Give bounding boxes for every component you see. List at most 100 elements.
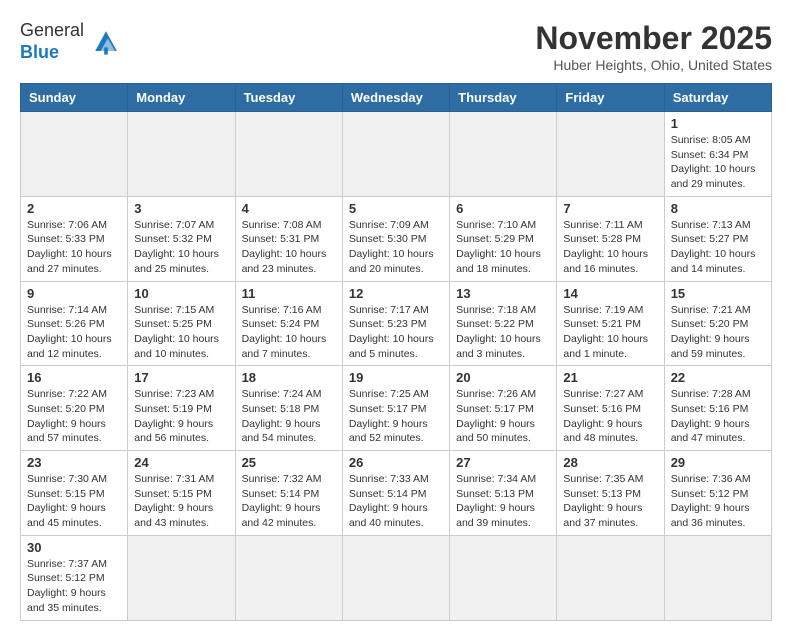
day-info: Sunrise: 7:15 AM Sunset: 5:25 PM Dayligh… (134, 303, 228, 362)
day-number: 23 (27, 455, 121, 470)
day-number: 7 (563, 201, 657, 216)
day-info: Sunrise: 7:32 AM Sunset: 5:14 PM Dayligh… (242, 472, 336, 531)
day-number: 27 (456, 455, 550, 470)
calendar-cell: 15 Sunrise: 7:21 AM Sunset: 5:20 PM Dayli… (664, 281, 771, 366)
day-number: 2 (27, 201, 121, 216)
calendar-cell: 20 Sunrise: 7:26 AM Sunset: 5:17 PM Dayli… (450, 366, 557, 451)
day-info: Sunrise: 7:27 AM Sunset: 5:16 PM Dayligh… (563, 387, 657, 446)
calendar-cell: 1 Sunrise: 8:05 AM Sunset: 6:34 PM Daylig… (664, 112, 771, 197)
day-info: Sunrise: 7:17 AM Sunset: 5:23 PM Dayligh… (349, 303, 443, 362)
calendar-week-row: 23 Sunrise: 7:30 AM Sunset: 5:15 PM Dayli… (21, 451, 772, 536)
day-info: Sunrise: 7:36 AM Sunset: 5:12 PM Dayligh… (671, 472, 765, 531)
calendar-cell: 27 Sunrise: 7:34 AM Sunset: 5:13 PM Dayli… (450, 451, 557, 536)
calendar-cell: 5Sunrise: 7:09 AM Sunset: 5:30 PM Daylig… (342, 196, 449, 281)
calendar-cell (342, 112, 449, 197)
calendar-cell: 29 Sunrise: 7:36 AM Sunset: 5:12 PM Dayli… (664, 451, 771, 536)
column-header-wednesday: Wednesday (342, 84, 449, 112)
day-info: Sunrise: 7:35 AM Sunset: 5:13 PM Dayligh… (563, 472, 657, 531)
calendar-cell (664, 535, 771, 620)
calendar-table: SundayMondayTuesdayWednesdayThursdayFrid… (20, 83, 772, 621)
calendar-cell: 3 Sunrise: 7:07 AM Sunset: 5:32 PM Daylig… (128, 196, 235, 281)
calendar-cell: 18 Sunrise: 7:24 AM Sunset: 5:18 PM Dayli… (235, 366, 342, 451)
calendar-cell (557, 535, 664, 620)
day-info: Sunrise: 7:08 AM Sunset: 5:31 PM Dayligh… (242, 218, 336, 277)
day-number: 26 (349, 455, 443, 470)
day-number: 21 (563, 370, 657, 385)
day-number: 3 (134, 201, 228, 216)
day-info: Sunrise: 7:07 AM Sunset: 5:32 PM Dayligh… (134, 218, 228, 277)
day-info: Sunrise: 7:34 AM Sunset: 5:13 PM Dayligh… (456, 472, 550, 531)
day-info: Sunrise: 7:28 AM Sunset: 5:16 PM Dayligh… (671, 387, 765, 446)
day-info: Sunrise: 7:30 AM Sunset: 5:15 PM Dayligh… (27, 472, 121, 531)
day-info: Sunrise: 7:23 AM Sunset: 5:19 PM Dayligh… (134, 387, 228, 446)
calendar-cell: 9 Sunrise: 7:14 AM Sunset: 5:26 PM Daylig… (21, 281, 128, 366)
column-header-tuesday: Tuesday (235, 84, 342, 112)
column-header-saturday: Saturday (664, 84, 771, 112)
column-header-sunday: Sunday (21, 84, 128, 112)
calendar-header-row: SundayMondayTuesdayWednesdayThursdayFrid… (21, 84, 772, 112)
calendar-cell: 19 Sunrise: 7:25 AM Sunset: 5:17 PM Dayli… (342, 366, 449, 451)
calendar-cell: 10 Sunrise: 7:15 AM Sunset: 5:25 PM Dayli… (128, 281, 235, 366)
calendar-cell (557, 112, 664, 197)
calendar-cell: 6 Sunrise: 7:10 AM Sunset: 5:29 PM Daylig… (450, 196, 557, 281)
day-number: 22 (671, 370, 765, 385)
day-number: 15 (671, 286, 765, 301)
calendar-cell: 11Sunrise: 7:16 AM Sunset: 5:24 PM Dayli… (235, 281, 342, 366)
day-info: Sunrise: 7:22 AM Sunset: 5:20 PM Dayligh… (27, 387, 121, 446)
calendar-cell: 22 Sunrise: 7:28 AM Sunset: 5:16 PM Dayli… (664, 366, 771, 451)
day-number: 8 (671, 201, 765, 216)
day-number: 4 (242, 201, 336, 216)
day-info: Sunrise: 7:21 AM Sunset: 5:20 PM Dayligh… (671, 303, 765, 362)
day-number: 13 (456, 286, 550, 301)
calendar-cell: 2 Sunrise: 7:06 AM Sunset: 5:33 PM Daylig… (21, 196, 128, 281)
day-number: 25 (242, 455, 336, 470)
day-info: Sunrise: 8:05 AM Sunset: 6:34 PM Dayligh… (671, 133, 765, 192)
calendar-cell: 14Sunrise: 7:19 AM Sunset: 5:21 PM Dayli… (557, 281, 664, 366)
day-number: 18 (242, 370, 336, 385)
day-info: Sunrise: 7:10 AM Sunset: 5:29 PM Dayligh… (456, 218, 550, 277)
day-number: 29 (671, 455, 765, 470)
calendar-cell: 16 Sunrise: 7:22 AM Sunset: 5:20 PM Dayli… (21, 366, 128, 451)
calendar-cell: 30Sunrise: 7:37 AM Sunset: 5:12 PM Dayli… (21, 535, 128, 620)
day-info: Sunrise: 7:26 AM Sunset: 5:17 PM Dayligh… (456, 387, 550, 446)
title-block: November 2025 Huber Heights, Ohio, Unite… (535, 20, 772, 73)
calendar-cell (235, 112, 342, 197)
day-number: 24 (134, 455, 228, 470)
day-info: Sunrise: 7:24 AM Sunset: 5:18 PM Dayligh… (242, 387, 336, 446)
day-info: Sunrise: 7:11 AM Sunset: 5:28 PM Dayligh… (563, 218, 657, 277)
day-number: 9 (27, 286, 121, 301)
page-header: General Blue November 2025 Huber Heights… (20, 20, 772, 73)
calendar-cell (450, 112, 557, 197)
calendar-cell: 17 Sunrise: 7:23 AM Sunset: 5:19 PM Dayli… (128, 366, 235, 451)
day-number: 12 (349, 286, 443, 301)
day-info: Sunrise: 7:18 AM Sunset: 5:22 PM Dayligh… (456, 303, 550, 362)
day-info: Sunrise: 7:25 AM Sunset: 5:17 PM Dayligh… (349, 387, 443, 446)
calendar-cell (342, 535, 449, 620)
calendar-week-row: 30Sunrise: 7:37 AM Sunset: 5:12 PM Dayli… (21, 535, 772, 620)
calendar-cell: 4 Sunrise: 7:08 AM Sunset: 5:31 PM Daylig… (235, 196, 342, 281)
calendar-week-row: 1 Sunrise: 8:05 AM Sunset: 6:34 PM Daylig… (21, 112, 772, 197)
logo-text: General Blue (20, 20, 84, 63)
day-info: Sunrise: 7:16 AM Sunset: 5:24 PM Dayligh… (242, 303, 336, 362)
calendar-cell (128, 535, 235, 620)
day-info: Sunrise: 7:14 AM Sunset: 5:26 PM Dayligh… (27, 303, 121, 362)
day-info: Sunrise: 7:19 AM Sunset: 5:21 PM Dayligh… (563, 303, 657, 362)
day-number: 10 (134, 286, 228, 301)
day-number: 19 (349, 370, 443, 385)
day-info: Sunrise: 7:37 AM Sunset: 5:12 PM Dayligh… (27, 557, 121, 616)
column-header-thursday: Thursday (450, 84, 557, 112)
column-header-monday: Monday (128, 84, 235, 112)
calendar-cell: 26Sunrise: 7:33 AM Sunset: 5:14 PM Dayli… (342, 451, 449, 536)
calendar-cell (450, 535, 557, 620)
calendar-cell: 23 Sunrise: 7:30 AM Sunset: 5:15 PM Dayli… (21, 451, 128, 536)
day-number: 20 (456, 370, 550, 385)
calendar-cell: 21 Sunrise: 7:27 AM Sunset: 5:16 PM Dayli… (557, 366, 664, 451)
day-number: 6 (456, 201, 550, 216)
day-number: 1 (671, 116, 765, 131)
day-number: 17 (134, 370, 228, 385)
day-number: 16 (27, 370, 121, 385)
calendar-week-row: 16 Sunrise: 7:22 AM Sunset: 5:20 PM Dayli… (21, 366, 772, 451)
day-info: Sunrise: 7:06 AM Sunset: 5:33 PM Dayligh… (27, 218, 121, 277)
day-info: Sunrise: 7:31 AM Sunset: 5:15 PM Dayligh… (134, 472, 228, 531)
day-info: Sunrise: 7:13 AM Sunset: 5:27 PM Dayligh… (671, 218, 765, 277)
